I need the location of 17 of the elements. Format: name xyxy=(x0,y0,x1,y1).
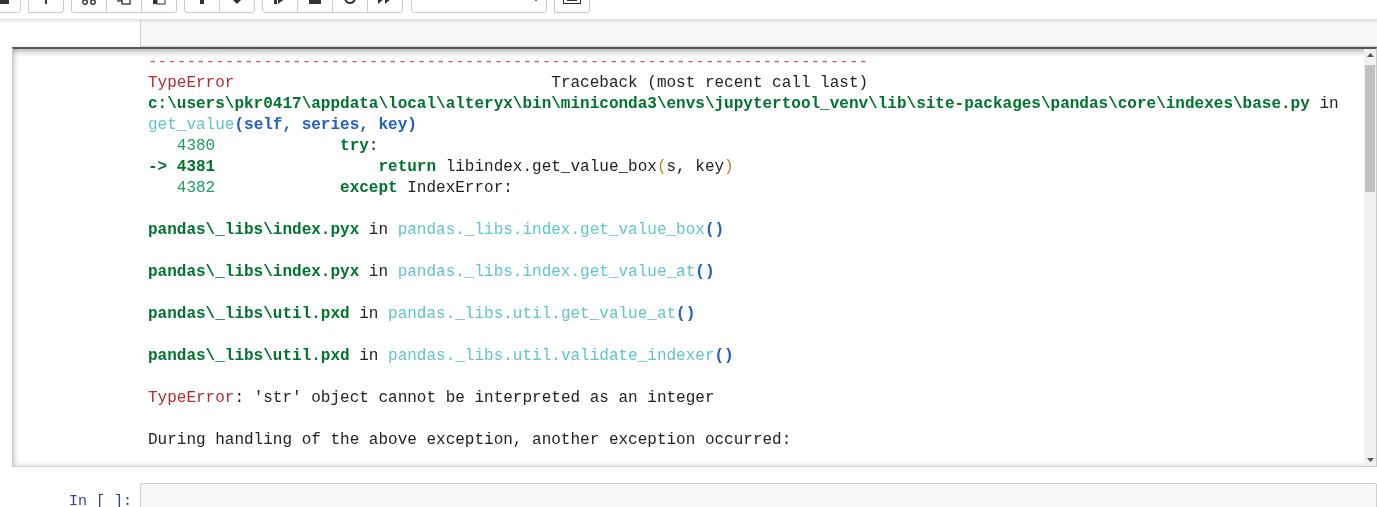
traceback-line: pandas\_libs\index.pyx in pandas._libs.index.get_value_at() xyxy=(148,262,716,283)
traceback-line: pandas\_libs\util.pxd in pandas._libs.util.get_value_at() xyxy=(148,304,697,325)
traceback-line: TypeError: 'str' object cannot be interpreted as an integer xyxy=(148,388,716,409)
code-cell-input[interactable] xyxy=(140,20,1377,47)
traceback-line: 4382 except IndexError: xyxy=(175,178,514,199)
traceback-line: -> 4381 return libindex.get_value_box(s, key) xyxy=(148,157,735,178)
traceback-line: During handling of the above exception, another exception occurred: xyxy=(148,430,793,451)
traceback-line: 4380 try: xyxy=(175,136,380,157)
traceback-line: get_value(self, series, key) xyxy=(148,115,418,136)
scrollbar[interactable] xyxy=(1364,49,1376,466)
traceback-line: c:\users\pkr0417\appdata\local\alteryx\bin\miniconda3\envs\jupytertool_venv\lib\site-packages\pandas\core\indexes\base.py in xyxy=(148,94,1340,115)
scroll-thumb[interactable] xyxy=(1365,65,1375,192)
traceback-line: TypeError Traceback (most recent call last) xyxy=(148,73,870,94)
traceback-line: pandas\_libs\util.pxd in pandas._libs.util.validate_indexer() xyxy=(148,346,735,367)
traceback-line: pandas\_libs\index.pyx in pandas._libs.index.get_value_box() xyxy=(148,220,726,241)
code-cell-input[interactable] xyxy=(140,483,1377,507)
traceback-line: --------------------------------------------------------------------------- xyxy=(148,52,870,73)
